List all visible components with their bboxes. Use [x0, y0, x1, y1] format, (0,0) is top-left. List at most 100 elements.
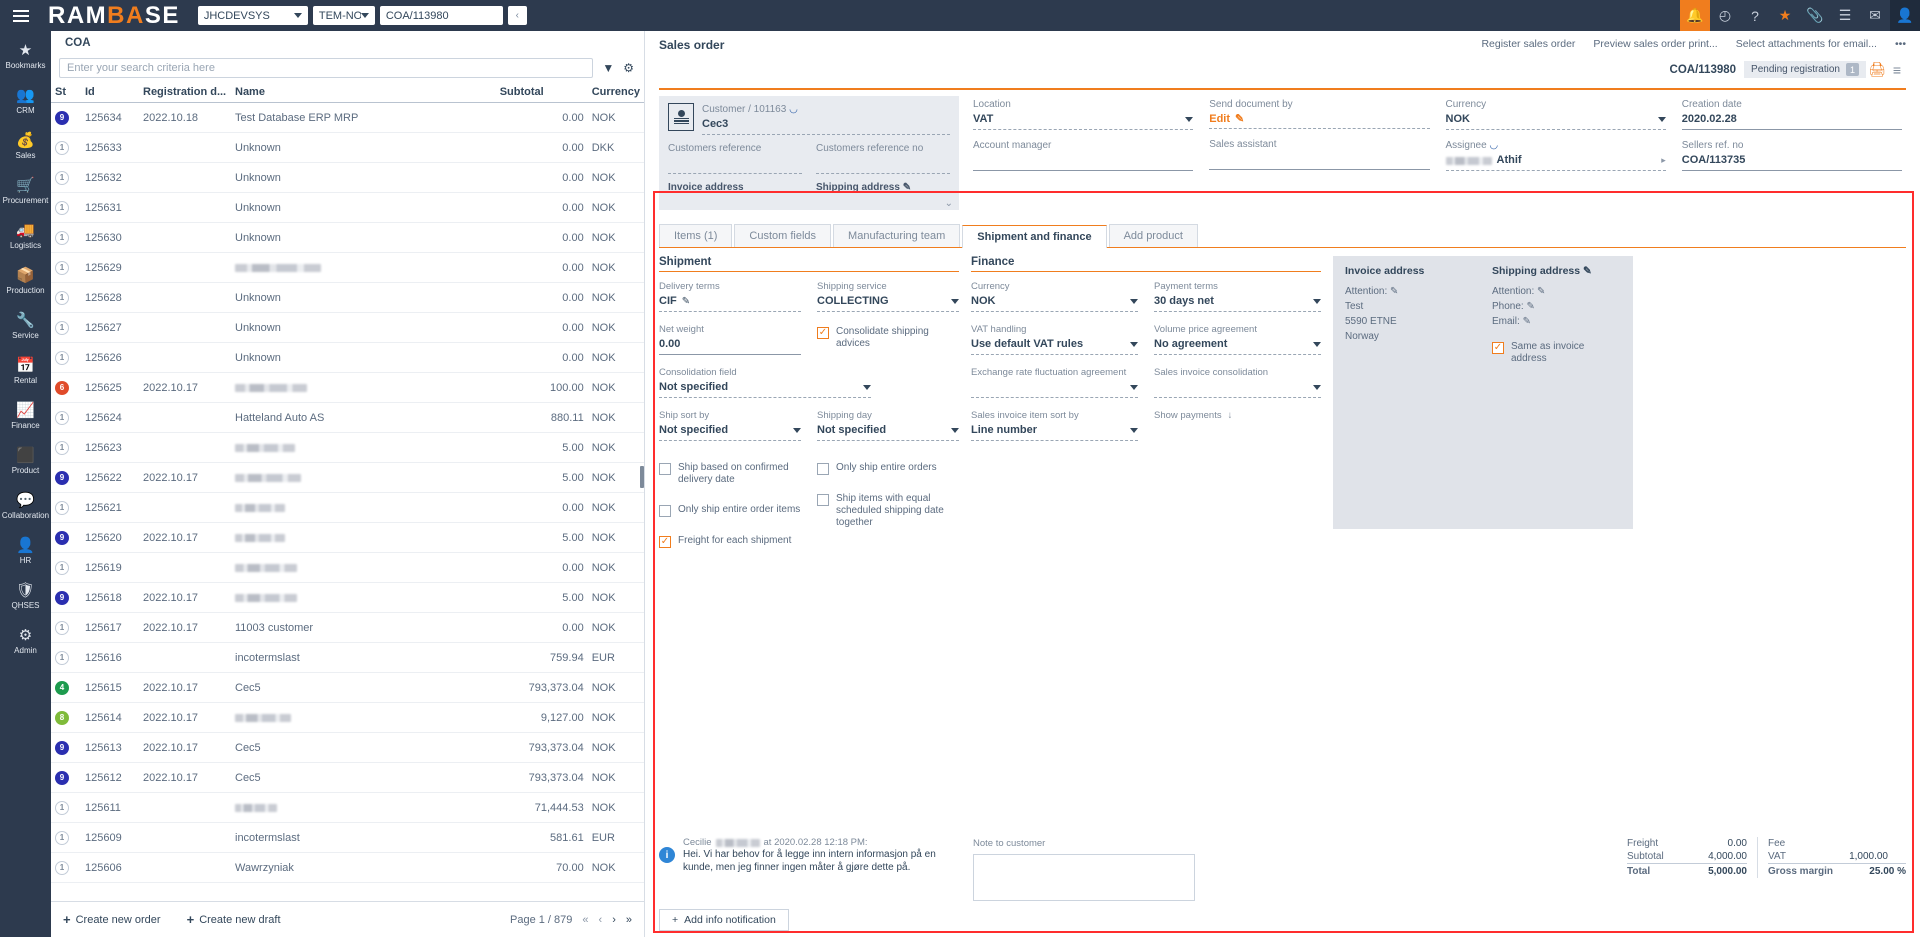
delivery-terms-value[interactable]: CIF	[659, 294, 677, 309]
column-header-regdate[interactable]: Registration d...	[139, 84, 231, 103]
sidebar-item-production[interactable]: 📦Production	[0, 261, 51, 302]
table-row[interactable]: 1125627Unknown0.00NOK	[51, 313, 644, 343]
table-row[interactable]: 1125632Unknown0.00NOK	[51, 163, 644, 193]
bell-icon[interactable]: 🔔	[1680, 0, 1710, 31]
chevron-down-icon[interactable]	[951, 428, 959, 433]
consolidation-field-value[interactable]: Not specified	[659, 380, 728, 395]
chevron-down-icon[interactable]	[863, 385, 871, 390]
payment-terms-value[interactable]: 30 days net	[1154, 294, 1214, 309]
edit-icon[interactable]: ✎	[1526, 301, 1534, 312]
sidebar-item-procurement[interactable]: 🛒Procurement	[0, 171, 51, 212]
sidebar-item-admin[interactable]: ⚙Admin	[0, 621, 51, 662]
table-row[interactable]: 91256222022.10.175.00NOK	[51, 463, 644, 493]
chevron-down-icon[interactable]	[1658, 117, 1666, 122]
customers-reference-value[interactable]	[668, 156, 802, 171]
sidebar-item-sales[interactable]: 💰Sales	[0, 126, 51, 167]
paperclip-icon[interactable]: 📎	[1800, 0, 1830, 31]
table-row[interactable]: 11256290.00NOK	[51, 253, 644, 283]
chevron-down-icon[interactable]	[1130, 342, 1138, 347]
collapse-button[interactable]: ‹	[508, 6, 527, 25]
more-actions-button[interactable]: •••	[1895, 38, 1906, 50]
shipping-service-value[interactable]: COLLECTING	[817, 294, 889, 309]
table-row[interactable]: 1125633Unknown0.00DKK	[51, 133, 644, 163]
open-customer-icon[interactable]: ◡	[789, 104, 798, 115]
table-row[interactable]: 1125609incotermslast581.61EUR	[51, 823, 644, 853]
freight-for-each-shipment-checkbox[interactable]: ✓	[659, 536, 671, 548]
only-ship-entire-orders-checkbox[interactable]	[817, 463, 829, 475]
filter-icon[interactable]: ▼	[602, 61, 614, 75]
pane-resize-handle[interactable]	[640, 466, 644, 488]
chevron-down-icon[interactable]	[1130, 428, 1138, 433]
tab-items-1[interactable]: Items (1)	[659, 224, 732, 247]
edit-icon[interactable]: ✎	[1390, 286, 1398, 297]
open-assignee-icon[interactable]: ◡	[1489, 140, 1498, 151]
send-document-by-edit-link[interactable]: Edit	[1209, 113, 1230, 125]
first-page-button[interactable]: «	[582, 914, 588, 926]
exchange-rate-fluctuation-agreement-value[interactable]	[971, 380, 974, 395]
table-row[interactable]: 91256122022.10.17Cec5793,373.04NOK	[51, 763, 644, 793]
sidebar-item-product[interactable]: ⬛Product	[0, 441, 51, 482]
column-header-name[interactable]: Name	[231, 84, 496, 103]
tab-manufacturing-team[interactable]: Manufacturing team	[833, 224, 960, 247]
table-row[interactable]: 11256172022.10.1711003 customer0.00NOK	[51, 613, 644, 643]
edit-icon[interactable]: ✎	[1583, 265, 1592, 277]
volume-price-agreement-value[interactable]: No agreement	[1154, 337, 1227, 352]
edit-icon[interactable]: ✎	[682, 296, 690, 307]
sales-invoice-consolidation-value[interactable]	[1154, 380, 1157, 395]
search-input[interactable]: Enter your search criteria here	[59, 58, 593, 78]
column-header-status[interactable]: St	[51, 84, 81, 103]
user-icon[interactable]: 👤	[1890, 0, 1920, 31]
gear-icon[interactable]: ⚙	[623, 61, 634, 75]
table-row[interactable]: 91256342022.10.18Test Database ERP MRP0.…	[51, 103, 644, 133]
chevron-down-icon[interactable]	[1313, 342, 1321, 347]
chevron-down-icon[interactable]	[1313, 385, 1321, 390]
table-row[interactable]: 11256235.00NOK	[51, 433, 644, 463]
sidebar-item-rental[interactable]: 📅Rental	[0, 351, 51, 392]
table-row[interactable]: 112561171,444.53NOK	[51, 793, 644, 823]
chevron-down-icon[interactable]	[1130, 299, 1138, 304]
next-page-button[interactable]: ›	[612, 914, 616, 926]
table-row[interactable]: 91256182022.10.175.00NOK	[51, 583, 644, 613]
sidebar-item-hr[interactable]: 👤HR	[0, 531, 51, 572]
table-row[interactable]: 11256190.00NOK	[51, 553, 644, 583]
account-manager-value[interactable]	[973, 153, 1193, 168]
table-row[interactable]: 1125628Unknown0.00NOK	[51, 283, 644, 313]
sidebar-item-service[interactable]: 🔧Service	[0, 306, 51, 347]
consolidate-shipping-advices-checkbox[interactable]: ✓	[817, 327, 829, 339]
add-info-notification-button[interactable]: + Add info notification	[659, 909, 789, 931]
download-icon[interactable]: ↓	[1228, 409, 1233, 423]
sidebar-item-bookmarks[interactable]: ★Bookmarks	[0, 36, 51, 77]
prev-page-button[interactable]: ‹	[599, 914, 603, 926]
expand-header-icon[interactable]: ⌄	[945, 198, 953, 209]
table-row[interactable]: 91256132022.10.17Cec5793,373.04NOK	[51, 733, 644, 763]
locale-select[interactable]: TEM-NO	[313, 6, 375, 25]
table-row[interactable]: 1125606Wawrzyniak70.00NOK	[51, 853, 644, 883]
help-icon[interactable]: ?	[1740, 0, 1770, 31]
create-new-draft-button[interactable]: + Create new draft	[187, 912, 281, 927]
shipping-day-value[interactable]: Not specified	[817, 423, 886, 438]
column-header-id[interactable]: Id	[81, 84, 139, 103]
only-ship-entire-order-items-checkbox[interactable]	[659, 505, 671, 517]
table-row[interactable]: 1125631Unknown0.00NOK	[51, 193, 644, 223]
sidebar-item-logistics[interactable]: 🚚Logistics	[0, 216, 51, 257]
table-row[interactable]: 1125624Hatteland Auto AS880.11NOK	[51, 403, 644, 433]
tab-add-product[interactable]: Add product	[1109, 224, 1198, 247]
list-icon[interactable]: ☰	[1830, 0, 1860, 31]
create-new-order-button[interactable]: + Create new order	[63, 912, 161, 927]
note-to-customer-input[interactable]	[973, 854, 1195, 901]
star-icon[interactable]: ★	[1770, 0, 1800, 31]
vat-handling-value[interactable]: Use default VAT rules	[971, 337, 1083, 352]
chevron-down-icon[interactable]	[793, 428, 801, 433]
column-header-subtotal[interactable]: Subtotal	[496, 84, 588, 103]
select-attachments-action[interactable]: Select attachments for email...	[1736, 38, 1877, 50]
chevron-down-icon[interactable]	[1130, 385, 1138, 390]
net-weight-value[interactable]: 0.00	[659, 337, 801, 352]
table-row[interactable]: 91256202022.10.175.00NOK	[51, 523, 644, 553]
edit-icon[interactable]: ✎	[1523, 316, 1531, 327]
clock-icon[interactable]: ◴	[1710, 0, 1740, 31]
sidebar-item-collaboration[interactable]: 💬Collaboration	[0, 486, 51, 527]
customers-reference-no-value[interactable]	[816, 156, 950, 171]
table-row[interactable]: 11256210.00NOK	[51, 493, 644, 523]
assignee-dropdown-icon[interactable]: ▸	[1661, 155, 1666, 166]
mail-icon[interactable]: ✉	[1860, 0, 1890, 31]
